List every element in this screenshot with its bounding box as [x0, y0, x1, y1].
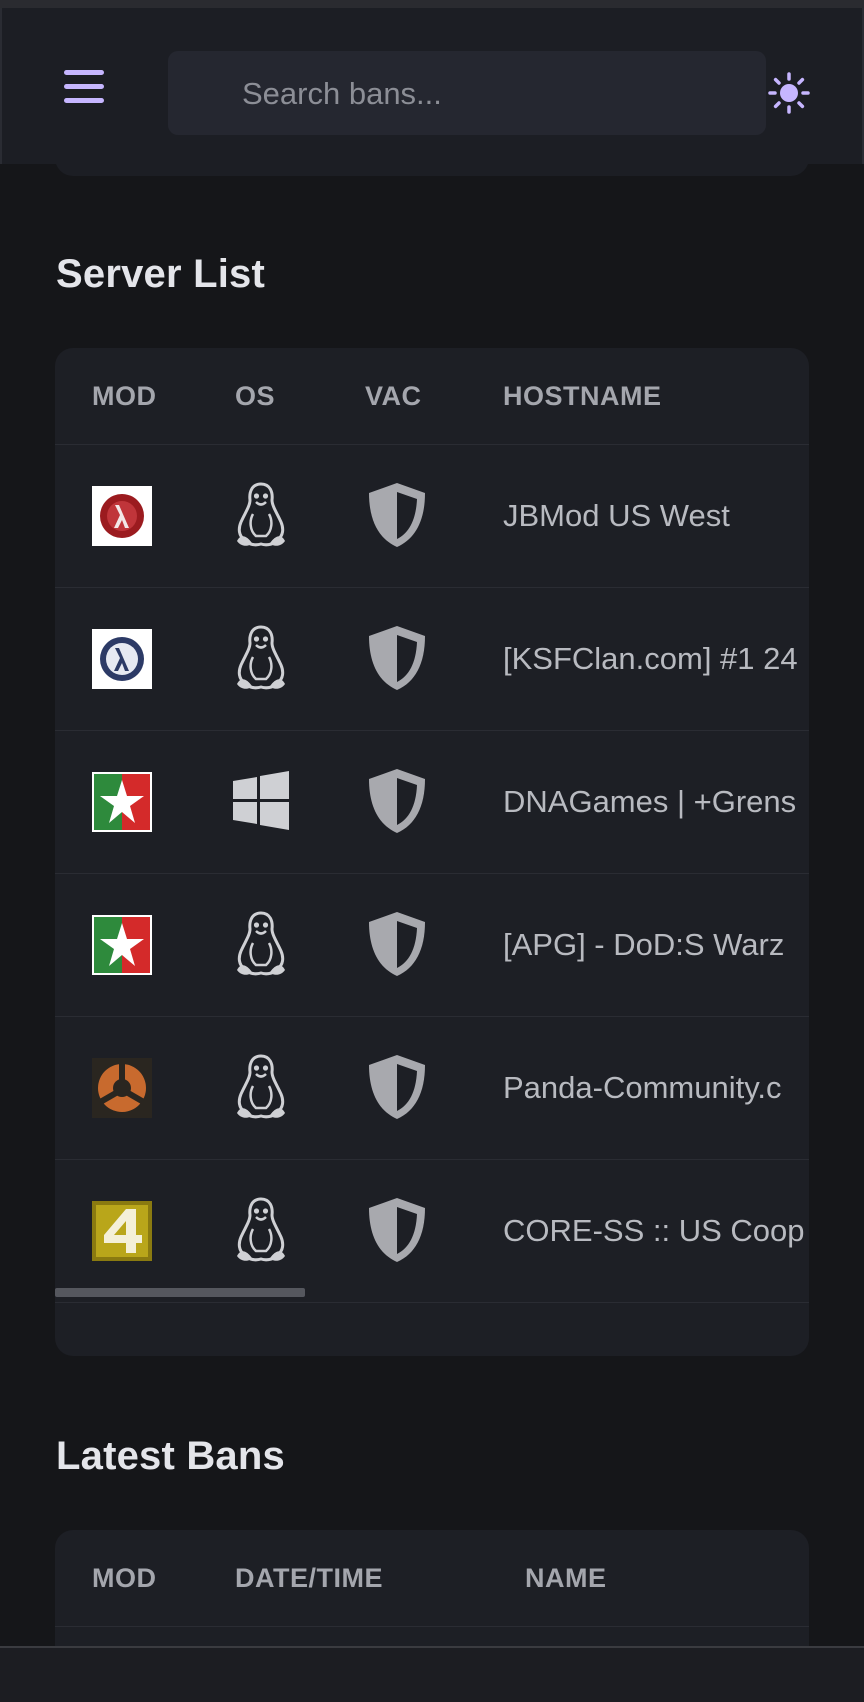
- linux-icon: [237, 911, 285, 976]
- theme-toggle-button[interactable]: [768, 72, 810, 114]
- column-vac[interactable]: VAC: [365, 348, 422, 444]
- server-hostname: DNAGames | +Grens: [503, 784, 797, 819]
- server-hostname: [APG] - DoD:S Warz: [503, 927, 785, 962]
- menu-bar-1: [64, 70, 104, 75]
- server-row[interactable]: [KSFClan.com] #1 24: [55, 588, 809, 731]
- menu-bar-2: [64, 84, 104, 89]
- column-date-time[interactable]: DATE/TIME: [235, 1530, 383, 1626]
- day-of-defeat-icon: [92, 915, 152, 975]
- half-life-blue-icon: [92, 629, 152, 689]
- top-nav: [0, 8, 864, 164]
- server-row[interactable]: CORE-SS :: US Coop: [55, 1160, 809, 1303]
- left4dead-icon: [92, 1201, 152, 1261]
- shield-icon: [369, 483, 425, 547]
- column-name[interactable]: NAME: [525, 1530, 607, 1626]
- shield-icon: [369, 1055, 425, 1119]
- column-os[interactable]: OS: [235, 348, 275, 444]
- column-mod[interactable]: MOD: [92, 348, 157, 444]
- day-of-defeat-icon: [92, 772, 152, 832]
- linux-icon: [237, 1197, 285, 1262]
- server-list-card: MOD OS VAC HOSTNAME JBMod US West [KSFCl…: [55, 348, 809, 1356]
- column-mod[interactable]: MOD: [92, 1530, 157, 1626]
- sun-icon: [768, 72, 810, 114]
- linux-icon: [237, 625, 285, 690]
- server-row[interactable]: Panda-Community.c: [55, 1017, 809, 1160]
- linux-icon: [237, 482, 285, 547]
- server-row[interactable]: DNAGames | +Grens: [55, 731, 809, 874]
- shield-icon: [369, 1198, 425, 1262]
- half-life-icon: [92, 486, 152, 546]
- shield-icon: [369, 912, 425, 976]
- top-border: [0, 0, 864, 8]
- menu-button[interactable]: [62, 68, 108, 108]
- page: Server List MOD OS VAC HOSTNAME: [0, 0, 864, 1702]
- bans-table-header: MOD DATE/TIME NAME: [55, 1530, 809, 1627]
- server-hostname: CORE-SS :: US Coop: [503, 1213, 805, 1248]
- search-box: [168, 51, 766, 137]
- shield-icon: [369, 626, 425, 690]
- column-hostname[interactable]: HOSTNAME: [503, 348, 662, 444]
- bottom-bar: [0, 1646, 864, 1702]
- linux-icon: [237, 1054, 285, 1119]
- server-row[interactable]: JBMod US West: [55, 445, 809, 588]
- server-list-title: Server List: [56, 252, 265, 296]
- server-hostname: [KSFClan.com] #1 24: [503, 641, 798, 676]
- windows-icon: [233, 771, 289, 830]
- server-hostname: JBMod US West: [503, 498, 730, 533]
- previous-card-edge: [55, 150, 809, 176]
- shield-icon: [369, 769, 425, 833]
- server-table-header: MOD OS VAC HOSTNAME: [55, 348, 809, 445]
- server-row[interactable]: [APG] - DoD:S Warz: [55, 874, 809, 1017]
- horizontal-scrollbar[interactable]: [55, 1288, 305, 1297]
- search-input[interactable]: [240, 51, 744, 137]
- server-hostname: Panda-Community.c: [503, 1070, 782, 1105]
- team-fortress-icon: [92, 1058, 152, 1118]
- menu-bar-3: [64, 98, 104, 103]
- latest-bans-title: Latest Bans: [56, 1434, 285, 1478]
